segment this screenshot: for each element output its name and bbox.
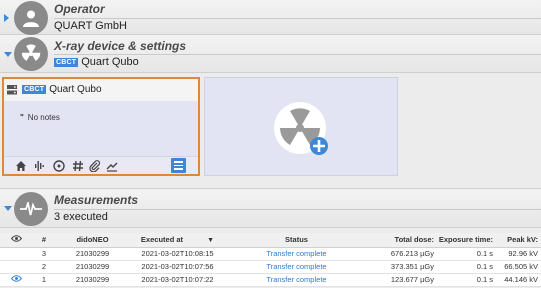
- collapse-measurements-icon[interactable]: [4, 206, 12, 211]
- cell-num: 1: [33, 273, 55, 287]
- table-header: # didoNEO Executed at ▼ Status Total dos…: [0, 233, 541, 248]
- visibility-column[interactable]: [0, 233, 33, 248]
- visibility-cell[interactable]: [0, 260, 33, 274]
- measurements-table: # didoNEO Executed at ▼ Status Total dos…: [0, 233, 541, 287]
- visibility-cell[interactable]: [0, 273, 33, 287]
- cell-kv: 44.146 kV: [496, 273, 541, 287]
- radiation-icon[interactable]: [53, 160, 65, 172]
- quote-icon: ": [20, 113, 24, 122]
- eye-icon[interactable]: [10, 275, 23, 282]
- attachment-icon[interactable]: [89, 160, 101, 172]
- xray-section[interactable]: X-ray device & settings CBCT Quart Qubo: [0, 35, 541, 73]
- table-row[interactable]: 2 21030299 2021-03-02T10:07:56 Transfer …: [0, 260, 541, 274]
- visibility-cell[interactable]: [0, 247, 33, 261]
- cell-device: 21030299: [55, 260, 130, 274]
- waveform-icon: [14, 192, 48, 226]
- column-num[interactable]: #: [33, 233, 55, 248]
- column-dose[interactable]: Total dose:: [368, 233, 437, 248]
- measurements-title: Measurements: [54, 193, 139, 207]
- sort-desc-icon[interactable]: ▼: [207, 237, 214, 244]
- xray-title: X-ray device & settings: [54, 39, 187, 53]
- notes: " No notes: [20, 113, 60, 122]
- grid-icon[interactable]: [72, 160, 84, 172]
- menu-button[interactable]: [171, 158, 186, 173]
- device-card-name: Quart Qubo: [49, 84, 102, 95]
- eye-icon: [10, 235, 23, 242]
- cell-num: 2: [33, 260, 55, 274]
- column-executed-label: Executed at: [140, 235, 184, 245]
- measurements-section[interactable]: Measurements 3 executed: [0, 188, 541, 228]
- add-device-button[interactable]: [204, 77, 398, 176]
- cbct-badge: CBCT: [22, 85, 47, 94]
- device-card[interactable]: CBCT Quart Qubo " No notes: [2, 77, 200, 176]
- notes-text: No notes: [27, 113, 60, 122]
- cell-dose: 373.351 µGy: [368, 260, 437, 274]
- operator-name: QUART GmbH: [54, 20, 127, 32]
- column-kv[interactable]: Peak kV:: [496, 233, 541, 248]
- operator-section[interactable]: Operator QUART GmbH: [0, 0, 541, 35]
- cell-exposure: 0.1 s: [437, 273, 496, 287]
- divider: [54, 18, 541, 19]
- server-icon: [7, 85, 17, 95]
- column-device[interactable]: didoNEO: [55, 233, 130, 248]
- column-executed[interactable]: Executed at ▼: [130, 233, 225, 248]
- operator-title: Operator: [54, 2, 105, 16]
- cell-status[interactable]: Transfer complete: [225, 260, 368, 274]
- cell-status[interactable]: Transfer complete: [225, 247, 368, 261]
- xray-device: CBCT Quart Qubo: [54, 56, 139, 68]
- cell-exposure: 0.1 s: [437, 247, 496, 261]
- measurements-count: 3 executed: [54, 211, 108, 223]
- cell-executed: 2021-03-02T10:07:56: [130, 260, 225, 274]
- cell-num: 3: [33, 247, 55, 261]
- divider: [54, 209, 541, 210]
- add-radiation-device-icon: [274, 102, 328, 155]
- table-row[interactable]: 1 21030299 2021-03-02T10:07:22 Transfer …: [0, 273, 541, 287]
- radiation-icon: [14, 37, 48, 71]
- cbct-badge: CBCT: [54, 58, 79, 67]
- cell-dose: 123.677 µGy: [368, 273, 437, 287]
- cell-kv: 66.505 kV: [496, 260, 541, 274]
- home-icon[interactable]: [15, 160, 27, 172]
- cell-exposure: 0.1 s: [437, 260, 496, 274]
- device-toolbar: [4, 156, 198, 174]
- person-icon: [14, 1, 48, 35]
- column-status[interactable]: Status: [225, 233, 368, 248]
- cell-dose: 676.213 µGy: [368, 247, 437, 261]
- xray-device-name: Quart Qubo: [81, 56, 139, 68]
- expand-operator-icon[interactable]: [4, 14, 9, 22]
- waveform-icon[interactable]: [34, 160, 46, 172]
- cell-kv: 92.96 kV: [496, 247, 541, 261]
- divider: [54, 54, 541, 55]
- device-card-header: CBCT Quart Qubo: [4, 79, 198, 101]
- collapse-xray-icon[interactable]: [4, 52, 12, 57]
- table-row[interactable]: 3 21030299 2021-03-02T10:08:15 Transfer …: [0, 247, 541, 261]
- chart-icon[interactable]: [106, 160, 118, 172]
- cell-executed: 2021-03-02T10:08:15: [130, 247, 225, 261]
- device-card-title: CBCT Quart Qubo: [22, 84, 102, 95]
- cell-device: 21030299: [55, 247, 130, 261]
- cell-executed: 2021-03-02T10:07:22: [130, 273, 225, 287]
- cell-device: 21030299: [55, 273, 130, 287]
- column-exposure[interactable]: Exposure time:: [437, 233, 496, 248]
- cell-status[interactable]: Transfer complete: [225, 273, 368, 287]
